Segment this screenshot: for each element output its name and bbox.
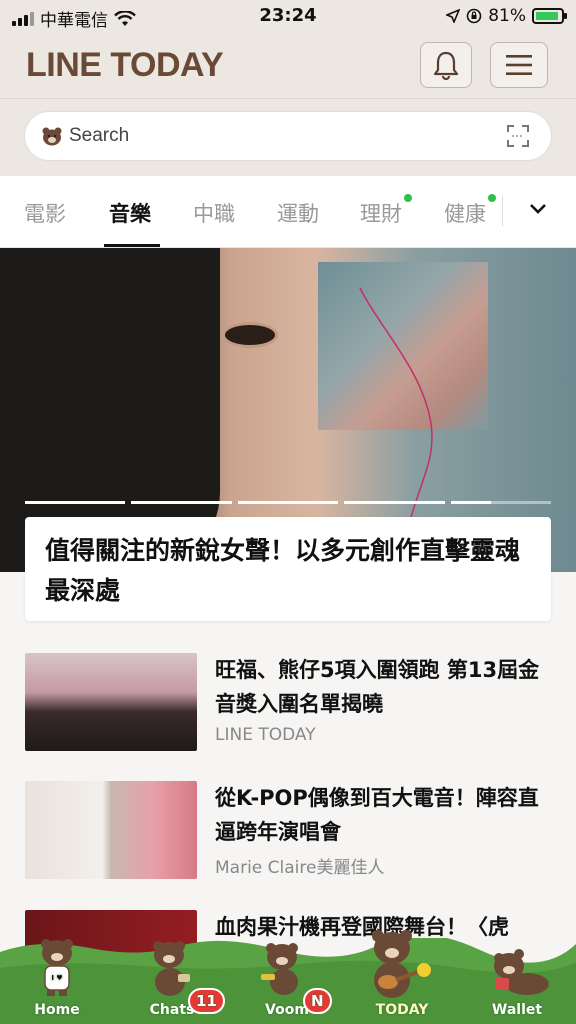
nav-chats[interactable]: 11 Chats: [122, 941, 225, 1018]
brown-bear-icon: [42, 127, 62, 146]
rotation-lock-icon: [466, 8, 482, 24]
news-item[interactable]: 從K-POP偶像到百大電音！陣容直逼跨年演唱會 Marie Claire美麗佳人: [25, 781, 551, 879]
carousel-segment-current: [450, 501, 552, 504]
brown-bear-wallet-icon: [494, 949, 549, 995]
status-right: 81%: [446, 6, 567, 26]
tab-sports[interactable]: 運動: [277, 198, 319, 228]
brown-bear-voom-icon: [261, 943, 298, 995]
notifications-button[interactable]: [420, 42, 472, 88]
app-header: LINE TODAY: [0, 34, 576, 98]
news-title: 旺福、熊仔5項入圍領跑 第13屆金音獎入圍名單揭曉: [215, 658, 540, 716]
location-arrow-icon: [446, 9, 461, 23]
search-section: Search: [0, 98, 576, 176]
brown-bear-guitar-icon: [372, 930, 431, 998]
tab-divider: [502, 196, 503, 226]
nav-wallet[interactable]: Wallet: [467, 949, 567, 1018]
nav-voom-label: Voom: [265, 1002, 309, 1018]
new-dot: [404, 194, 412, 202]
carousel-segment: [131, 501, 232, 504]
nav-wallet-label: Wallet: [491, 1002, 543, 1018]
nav-today[interactable]: TODAY: [352, 930, 452, 1018]
hero-headline: 值得關注的新銳女聲！以多元創作直擊靈魂最深處: [45, 536, 521, 605]
hero-headline-card[interactable]: 值得關注的新銳女聲！以多元創作直擊靈魂最深處: [25, 517, 551, 621]
active-tab-indicator: [104, 244, 160, 247]
brown-bear-chats-icon: [153, 941, 190, 996]
nav-voom[interactable]: N Voom: [237, 943, 337, 1018]
brown-bear-home-icon: I ♥: [41, 939, 73, 996]
nav-today-label: TODAY: [375, 1002, 429, 1018]
chats-unread-badge: 11: [188, 988, 225, 1014]
category-tabs: 電影 音樂 中職 運動 理財 健康: [0, 176, 576, 248]
carousel-segment: [237, 501, 339, 504]
tab-movies[interactable]: 電影: [24, 198, 66, 228]
battery-percent: 81%: [488, 6, 526, 26]
bottom-nav: I ♥ Home 11 Chats N Voom TODAY Wallet: [0, 930, 576, 1024]
tab-finance[interactable]: 理財: [360, 194, 412, 228]
search-placeholder: Search: [69, 125, 130, 146]
nav-home[interactable]: I ♥ Home: [7, 939, 107, 1018]
new-dot: [488, 194, 496, 202]
tab-cpbl[interactable]: 中職: [193, 198, 235, 228]
carousel-segment: [344, 501, 445, 504]
tab-music[interactable]: 音樂: [109, 198, 151, 228]
status-bar: 中華電信 23:24 81%: [0, 0, 576, 34]
news-title: 從K-POP偶像到百大電音！陣容直逼跨年演唱會: [215, 786, 539, 844]
news-thumbnail: [25, 781, 197, 879]
bell-icon: [433, 51, 459, 80]
svg-text:I ♥: I ♥: [51, 974, 62, 982]
nav-home-label: Home: [34, 1002, 80, 1018]
carousel-segment: [25, 501, 126, 504]
tab-health[interactable]: 健康: [444, 194, 496, 228]
scan-icon[interactable]: [507, 125, 529, 147]
search-input[interactable]: Search: [24, 111, 552, 161]
news-source: LINE TODAY: [215, 725, 316, 745]
chevron-down-icon[interactable]: [528, 202, 548, 216]
voom-new-badge: N: [303, 988, 332, 1014]
hamburger-menu-icon: [506, 55, 532, 75]
battery-icon: [532, 8, 567, 24]
news-thumbnail: [25, 653, 197, 751]
news-item[interactable]: 旺福、熊仔5項入圍領跑 第13屆金音獎入圍名單揭曉 LINE TODAY: [25, 653, 551, 751]
carousel-progress: [25, 501, 552, 504]
menu-button[interactable]: [490, 42, 548, 88]
line-today-logo: LINE TODAY: [26, 46, 224, 84]
news-source: Marie Claire美麗佳人: [215, 858, 385, 878]
